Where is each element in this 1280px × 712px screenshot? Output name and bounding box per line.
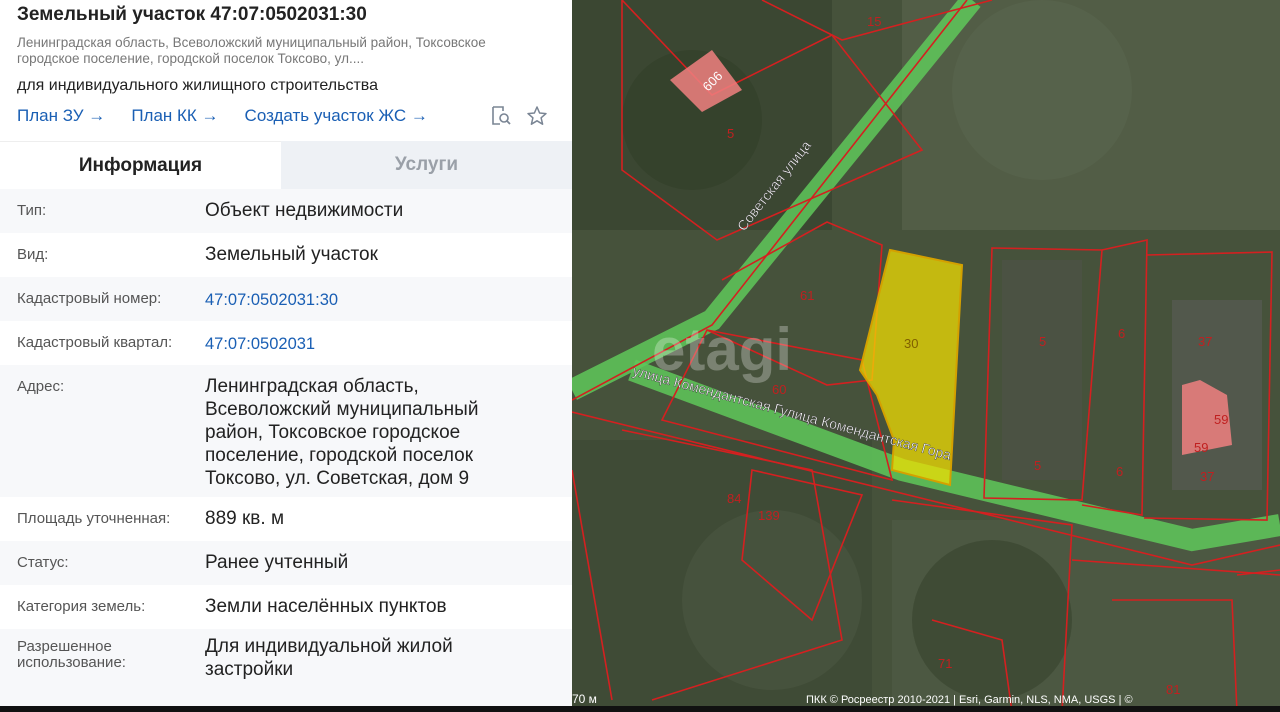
tab-info[interactable]: Информация: [0, 141, 281, 189]
row-category: Категория земель: Земли населённых пункт…: [0, 585, 572, 629]
row-area: Площадь уточненная: 889 кв. м: [0, 497, 572, 541]
row-status: Статус: Ранее учтенный: [0, 541, 572, 585]
map-attribution: ПКК © Росреестр 2010-2021 | Esri, Garmin…: [806, 694, 1133, 706]
label-37-top: 37: [1198, 334, 1212, 349]
label-15: 15: [867, 14, 881, 29]
cadnum-label: Кадастровый номер:: [17, 290, 162, 307]
label-61: 61: [800, 288, 814, 303]
area-value: 889 кв. м: [205, 508, 285, 529]
info-table: Тип: Объект недвижимости Вид: Земельный …: [0, 189, 572, 709]
watermark-etagi: etagi: [652, 316, 792, 383]
label-6-low: 6: [1116, 464, 1123, 479]
type-value: Объект недвижимости: [205, 200, 404, 221]
parcel-title: Земельный участок 47:07:0502031:30: [17, 4, 367, 25]
label-139: 139: [758, 508, 780, 523]
star-icon[interactable]: [526, 105, 548, 127]
plan-zu-link[interactable]: План ЗУ →: [17, 106, 105, 126]
permitted-value: Для индивидуальной жилой застройки: [205, 636, 453, 680]
label-84: 84: [727, 491, 741, 506]
kind-label: Вид:: [17, 246, 49, 263]
info-panel: Земельный участок 47:07:0502031:30 Ленин…: [0, 0, 572, 712]
cadastral-map[interactable]: Советская улица улица Комендантская Гули…: [572, 0, 1280, 712]
address-value: Ленинградская область, Всеволожский муни…: [205, 376, 479, 489]
parcel-address-short: Ленинградская область, Всеволожский муни…: [17, 35, 486, 66]
category-value: Земли населённых пунктов: [205, 596, 447, 617]
row-cadnum: Кадастровый номер: 47:07:0502031:30: [0, 277, 572, 321]
row-address: Адрес: Ленинградская область, Всеволожск…: [0, 365, 572, 497]
type-label: Тип:: [17, 202, 47, 219]
label-81: 81: [1166, 682, 1180, 697]
status-label: Статус:: [17, 554, 69, 571]
permitted-label: Разрешенное использование:: [17, 638, 126, 671]
row-type: Тип: Объект недвижимости: [0, 189, 572, 233]
plan-kk-link[interactable]: План КК →: [131, 106, 218, 126]
label-30: 30: [904, 336, 918, 351]
plan-links: План ЗУ → План КК → Создать участок ЖС →: [17, 106, 428, 126]
label-5-low: 5: [1034, 458, 1041, 473]
cadnum-value[interactable]: 47:07:0502031:30: [205, 289, 338, 312]
label-5-mid: 5: [1039, 334, 1046, 349]
map-scale: 70 м: [572, 692, 597, 706]
label-59-b: 59: [1194, 440, 1208, 455]
label-59-a: 59: [1214, 412, 1228, 427]
row-quarter: Кадастровый квартал: 47:07:0502031: [0, 321, 572, 365]
label-60: 60: [772, 382, 786, 397]
parcel-purpose: для индивидуального жилищного строительс…: [17, 77, 378, 94]
address-label: Адрес:: [17, 378, 65, 395]
status-value: Ранее учтенный: [205, 552, 349, 573]
tab-services[interactable]: Услуги: [281, 141, 572, 189]
label-71: 71: [938, 656, 952, 671]
bottom-bar: [0, 706, 1280, 712]
search-document-icon[interactable]: [490, 105, 512, 127]
map-canvas: Советская улица улица Комендантская Гули…: [572, 0, 1280, 712]
label-6-mid: 6: [1118, 326, 1125, 341]
quarter-value[interactable]: 47:07:0502031: [205, 333, 315, 356]
quarter-label: Кадастровый квартал:: [17, 334, 173, 351]
label-5-top: 5: [727, 126, 734, 141]
kind-value: Земельный участок: [205, 244, 378, 265]
tabs: Информация Услуги: [0, 141, 572, 189]
tool-icons: [490, 105, 548, 127]
row-kind: Вид: Земельный участок: [0, 233, 572, 277]
label-37-low: 37: [1200, 469, 1214, 484]
area-label: Площадь уточненная:: [17, 510, 171, 527]
category-label: Категория земель:: [17, 598, 146, 615]
create-zs-link[interactable]: Создать участок ЖС →: [245, 106, 428, 126]
row-permitted: Разрешенное использование: Для индивидуа…: [0, 629, 572, 709]
